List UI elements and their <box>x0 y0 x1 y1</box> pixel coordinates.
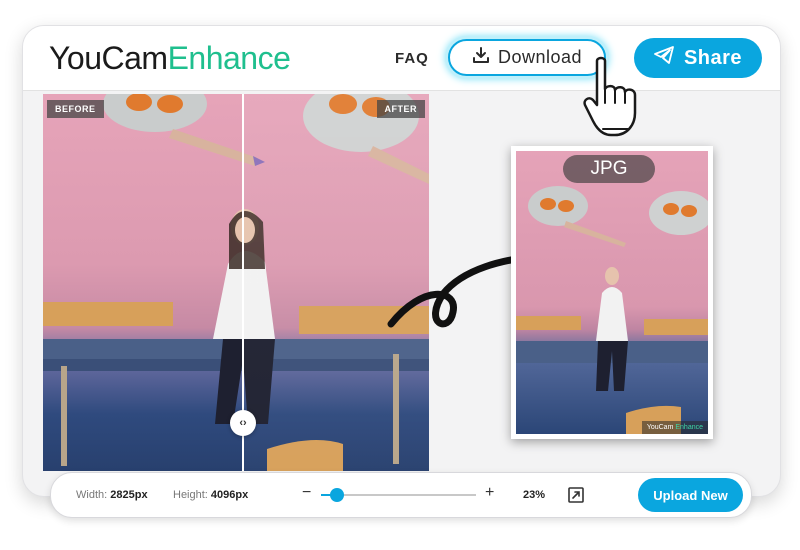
share-label: Share <box>683 46 743 69</box>
output-photo <box>516 186 708 434</box>
output-preview-card: JPG YouCam Enhance <box>511 146 713 439</box>
share-button[interactable]: Share <box>634 38 762 78</box>
before-after-preview[interactable]: BEFORE AFTER ‹› <box>43 94 429 471</box>
zoom-out-button[interactable]: − <box>302 484 311 502</box>
width-label: Width: <box>76 489 108 501</box>
zoom-slider-knob[interactable] <box>329 488 344 502</box>
faq-link[interactable]: FAQ <box>395 50 429 67</box>
zoom-value: 23% <box>523 489 546 501</box>
after-label: AFTER <box>376 100 425 118</box>
paper-plane-icon <box>654 46 674 70</box>
format-badge: JPG <box>563 155 655 183</box>
bottom-toolbar: Width: 2825px Height: 4096px − + 23% Upl… <box>50 472 752 518</box>
output-image: JPG YouCam Enhance <box>516 151 708 434</box>
download-icon <box>472 46 490 69</box>
upload-new-button[interactable]: Upload New <box>638 478 743 512</box>
image-width: Width: 2825px <box>76 489 148 501</box>
logo-text-primary: YouCam <box>49 40 168 76</box>
before-label: BEFORE <box>47 100 104 118</box>
height-label: Height: <box>173 489 208 501</box>
height-value: 4096px <box>210 489 249 501</box>
expand-icon[interactable] <box>568 487 584 508</box>
image-height: Height: 4096px <box>173 489 248 501</box>
logo[interactable]: YouCamEnhance <box>49 40 291 77</box>
app-window: YouCamEnhance FAQ Download Share BEFORE … <box>22 25 781 497</box>
top-bar: YouCamEnhance FAQ Download Share <box>23 26 780 91</box>
logo-text-accent: Enhance <box>167 40 291 76</box>
watermark: YouCam Enhance <box>641 421 708 434</box>
zoom-slider-track[interactable] <box>321 488 476 502</box>
download-label: Download <box>497 47 583 67</box>
hand-pointer-icon <box>583 56 637 137</box>
zoom-in-button[interactable]: + <box>485 484 494 502</box>
width-value: 2825px <box>110 489 148 501</box>
compare-slider-handle[interactable]: ‹› <box>230 410 256 436</box>
watermark-text-accent: Enhance <box>675 424 703 431</box>
watermark-text-primary: YouCam <box>646 424 674 431</box>
